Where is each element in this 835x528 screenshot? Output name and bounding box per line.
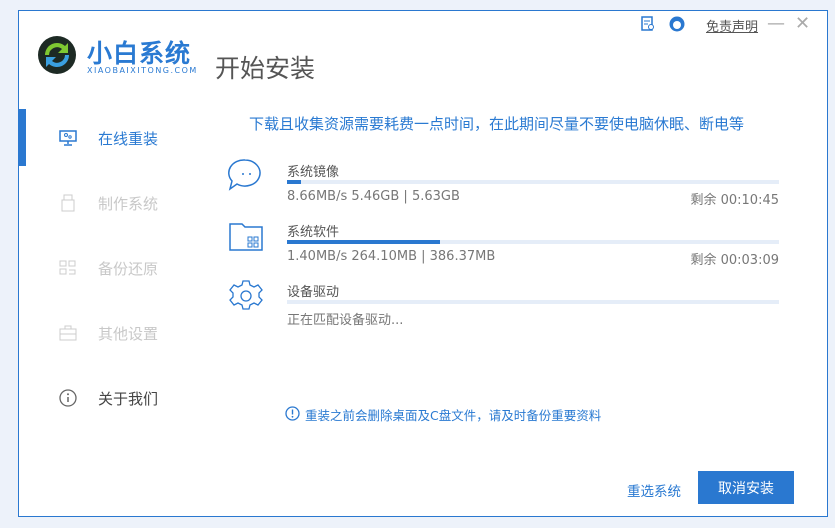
close-button[interactable]: ✕ [795, 13, 810, 34]
chat-bubble-icon [227, 158, 263, 196]
sidebar-item-about-us[interactable]: 关于我们 [19, 378, 209, 418]
progress-fill [287, 240, 440, 244]
reselect-system-link[interactable]: 重选系统 [627, 480, 681, 500]
document-search-icon[interactable] [640, 16, 656, 32]
logo [37, 35, 77, 75]
monitor-icon [59, 129, 77, 147]
minimize-button[interactable]: — [767, 13, 785, 34]
info-icon [59, 389, 77, 407]
progress-fill [287, 180, 301, 184]
sidebar-item-make-system[interactable]: 制作系统 [19, 183, 209, 223]
disclaimer-link[interactable]: 免责声明 [706, 16, 758, 35]
sidebar-item-label: 备份还原 [98, 259, 159, 278]
progress-bar [287, 300, 779, 304]
installer-window: 小白系统 XIAOBAIXITONG.COM 开始安装 免责声明 — ✕ 在线重… [18, 10, 828, 517]
briefcase-icon [59, 324, 77, 342]
backup-warning: 重装之前会删除桌面及C盘文件，请及时备份重要资料 [285, 405, 601, 424]
sidebar-item-other-settings[interactable]: 其他设置 [19, 313, 209, 353]
sidebar-item-online-reinstall[interactable]: 在线重装 [19, 118, 209, 158]
usb-icon [59, 194, 77, 212]
page-title: 开始安装 [215, 54, 316, 83]
logo-subtext: XIAOBAIXITONG.COM [87, 66, 198, 75]
task-name: 系统镜像 [287, 165, 340, 180]
sidebar-item-label: 其他设置 [98, 324, 159, 343]
warning-icon [285, 405, 300, 424]
task-name: 设备驱动 [287, 285, 340, 300]
customer-service-icon[interactable] [669, 16, 685, 32]
task-name: 系统软件 [287, 225, 340, 240]
download-notice: 下载且收集资源需要耗费一点时间，在此期间尽量不要使电脑休眠、断电等 [249, 115, 745, 133]
warning-text: 重装之前会删除桌面及C盘文件，请及时备份重要资料 [305, 408, 602, 423]
progress-bar [287, 180, 779, 184]
task-remaining: 剩余 00:10:45 [690, 193, 779, 208]
cancel-install-button[interactable]: 取消安装 [698, 471, 794, 504]
task-remaining: 剩余 00:03:09 [690, 253, 779, 268]
progress-bar [287, 240, 779, 244]
sidebar-item-label: 在线重装 [98, 129, 159, 148]
backup-icon [59, 259, 77, 277]
sidebar-item-label: 关于我们 [98, 389, 159, 408]
gear-icon [229, 279, 263, 317]
folder-apps-icon [229, 221, 263, 255]
sidebar-item-label: 制作系统 [98, 194, 159, 213]
sidebar-item-backup-restore[interactable]: 备份还原 [19, 248, 209, 288]
task-detail: 正在匹配设备驱动... [287, 313, 404, 328]
logo-text: 小白系统 [87, 39, 192, 68]
